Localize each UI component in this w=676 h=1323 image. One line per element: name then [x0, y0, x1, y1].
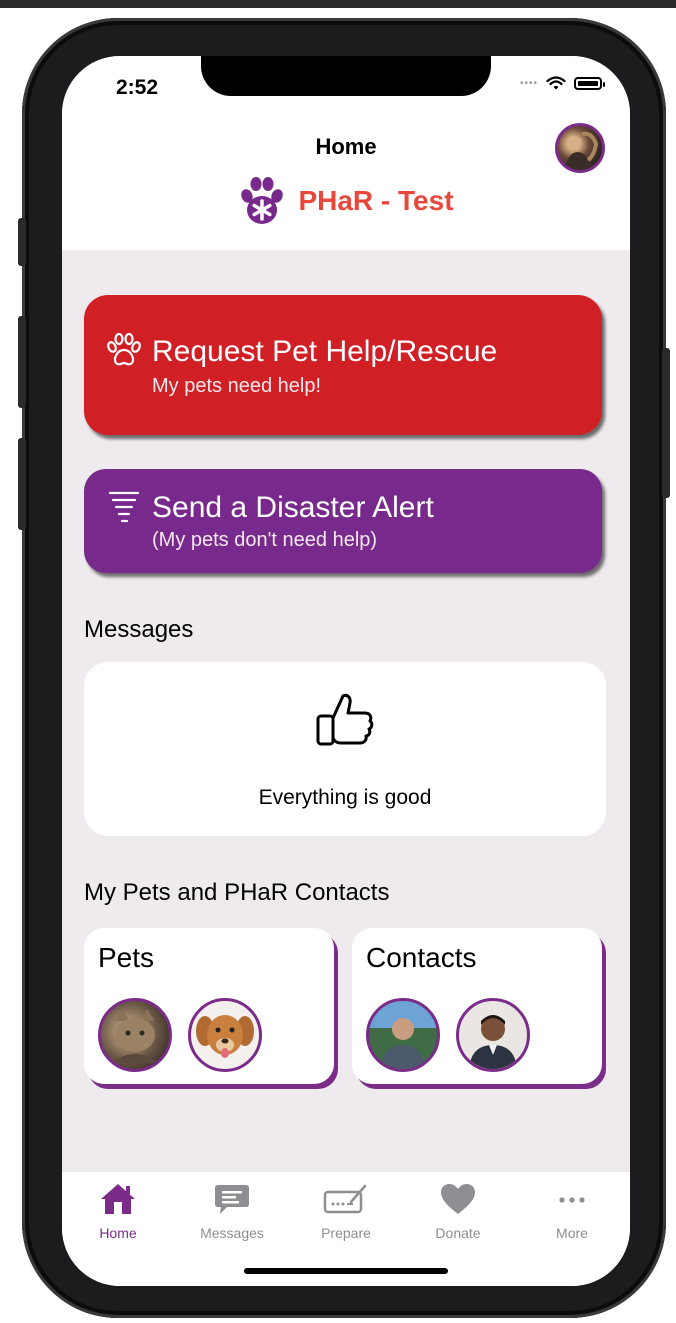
- paw-medical-logo-icon: [241, 177, 284, 224]
- app-screen: Home PHaR - Test Request Pet Help/Rescue…: [62, 56, 630, 1286]
- tab-donate[interactable]: Donate: [418, 1182, 498, 1241]
- brand-name: PHaR - Test: [298, 185, 454, 216]
- person-photo-icon: [381, 1018, 425, 1069]
- tab-donate-label: Donate: [435, 1225, 481, 1241]
- brand-lockup: PHaR - Test: [62, 176, 630, 226]
- dog-photo-icon: [196, 1015, 254, 1058]
- profile-photo-icon: [564, 131, 599, 170]
- status-time: 2:52: [116, 76, 159, 99]
- mute-switch: [18, 218, 26, 266]
- messages-status-text: Everything is good: [258, 786, 432, 809]
- ellipsis-icon: [559, 1197, 585, 1203]
- volume-up-button: [18, 316, 26, 408]
- volume-down-button: [18, 438, 26, 530]
- wifi-icon: [546, 76, 566, 90]
- tab-prepare-label: Prepare: [321, 1225, 371, 1241]
- tab-messages-label: Messages: [200, 1225, 264, 1241]
- person-photo-icon: [469, 1015, 517, 1069]
- house-icon: [101, 1184, 135, 1214]
- disaster-alert-title: Send a Disaster Alert: [152, 491, 434, 524]
- contact-avatar-2[interactable]: [456, 998, 530, 1072]
- tab-home-label: Home: [99, 1225, 137, 1241]
- home-indicator[interactable]: [244, 1268, 448, 1274]
- paw-outline-icon: [107, 333, 141, 366]
- send-disaster-alert-button[interactable]: Send a Disaster Alert (My pets don't nee…: [84, 469, 602, 573]
- pets-card[interactable]: Pets: [84, 928, 334, 1084]
- signal-icon: ••••: [519, 78, 538, 89]
- disaster-alert-subtitle: (My pets don't need help): [152, 529, 378, 551]
- battery-icon: [574, 77, 605, 90]
- signature-icon: [323, 1184, 367, 1214]
- contact-avatar-1[interactable]: [366, 998, 440, 1072]
- tab-messages[interactable]: Messages: [192, 1182, 272, 1241]
- tornado-icon: [108, 491, 140, 523]
- pet-avatar-cat[interactable]: [98, 998, 172, 1072]
- device-notch: [201, 56, 491, 96]
- window-top-edge: [0, 0, 676, 8]
- chat-bubble-icon: [215, 1185, 249, 1214]
- request-help-title: Request Pet Help/Rescue: [152, 335, 498, 368]
- tab-more[interactable]: More: [532, 1182, 612, 1241]
- pets-card-title: Pets: [98, 942, 155, 973]
- cat-photo-icon: [111, 1009, 159, 1063]
- tab-home[interactable]: Home: [78, 1182, 158, 1241]
- power-button: [662, 348, 670, 498]
- profile-avatar[interactable]: [555, 123, 605, 173]
- page-title: Home: [315, 134, 377, 159]
- pets-contacts-section-title: My Pets and PHaR Contacts: [84, 879, 390, 906]
- contacts-card-title: Contacts: [366, 942, 477, 973]
- request-pet-help-button[interactable]: Request Pet Help/Rescue My pets need hel…: [84, 295, 602, 435]
- tab-prepare[interactable]: Prepare: [306, 1182, 386, 1241]
- messages-card[interactable]: Everything is good: [84, 662, 606, 836]
- status-icons: ••••: [519, 76, 605, 91]
- thumbs-up-icon: [316, 693, 374, 746]
- request-help-subtitle: My pets need help!: [152, 375, 321, 397]
- contacts-card[interactable]: Contacts: [352, 928, 602, 1084]
- heart-icon: [441, 1184, 475, 1214]
- tab-more-label: More: [556, 1225, 588, 1241]
- messages-section-title: Messages: [84, 616, 194, 643]
- pet-avatar-dog[interactable]: [188, 998, 262, 1072]
